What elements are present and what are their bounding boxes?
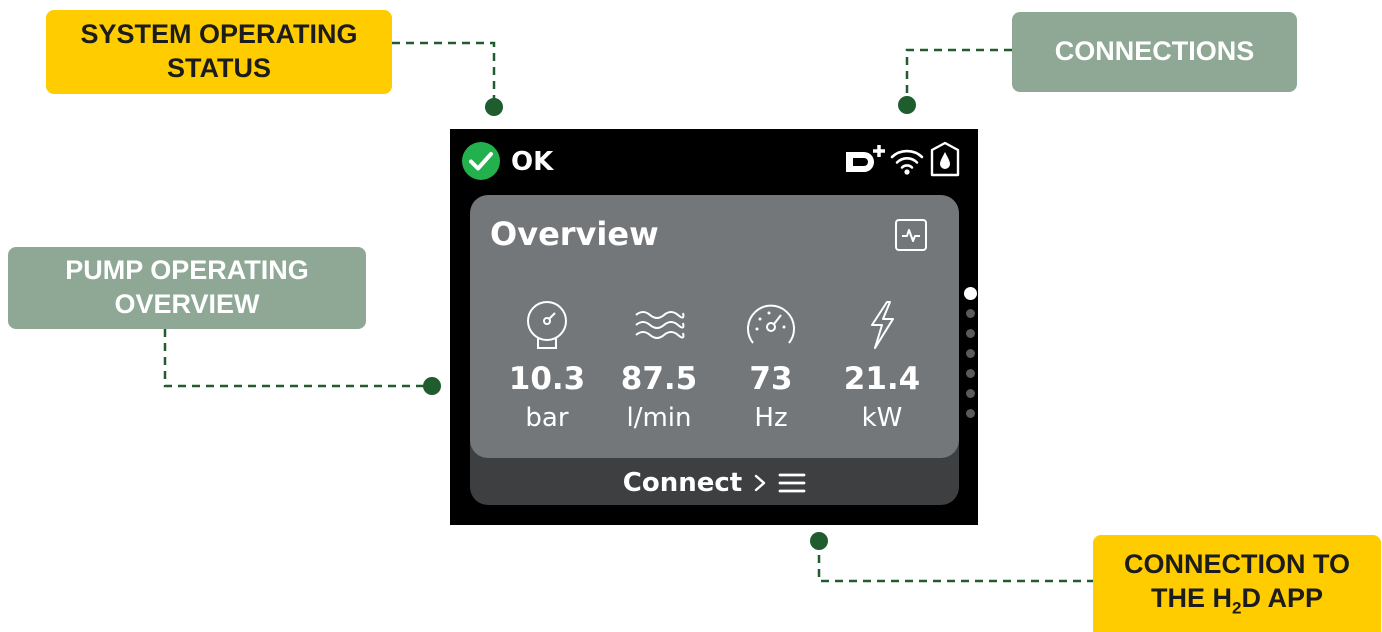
page-dot[interactable] bbox=[965, 309, 975, 318]
page-dot[interactable] bbox=[965, 389, 975, 398]
lightning-icon bbox=[871, 301, 894, 349]
page-dot[interactable] bbox=[965, 329, 975, 338]
metric-power-value: 21.4 bbox=[843, 361, 921, 397]
callout-system-status-line2: STATUS bbox=[167, 53, 271, 83]
metric-power-unit: kW bbox=[861, 403, 903, 433]
callout-pump-overview-line2: OVERVIEW bbox=[114, 289, 260, 319]
callout-system-status-line1: SYSTEM OPERATING bbox=[80, 19, 358, 50]
activity-chart-button[interactable] bbox=[895, 219, 927, 251]
leader-line-connections bbox=[905, 48, 1012, 104]
metric-power: 21.4 kW bbox=[827, 299, 937, 433]
metric-flow-value: 87.5 bbox=[620, 361, 698, 397]
leader-dot-h2d-app bbox=[810, 532, 828, 550]
callout-connections: CONNECTIONS bbox=[1012, 12, 1297, 92]
callout-h2d-line2: THE H2D APP bbox=[1124, 582, 1350, 619]
metric-frequency-unit: Hz bbox=[754, 403, 788, 433]
callout-connections-label: CONNECTIONS bbox=[1054, 36, 1255, 67]
metric-flow: 87.5 l/min bbox=[604, 299, 714, 433]
system-status-text: OK bbox=[511, 147, 554, 177]
metric-frequency-value: 73 bbox=[749, 361, 793, 397]
metric-pressure-unit: bar bbox=[525, 403, 569, 433]
metric-pressure-value: 10.3 bbox=[508, 361, 586, 397]
connect-button[interactable]: Connect bbox=[470, 465, 959, 501]
callout-system-operating-status: SYSTEM OPERATING STATUS bbox=[46, 10, 392, 94]
callout-h2d-prefix: THE H bbox=[1151, 583, 1232, 614]
leader-dot-pump-overview bbox=[423, 377, 441, 395]
metric-flow-unit: l/min bbox=[626, 403, 692, 433]
menu-icon bbox=[778, 473, 806, 493]
leader-dot-system-status bbox=[485, 98, 503, 116]
status-bar: OK bbox=[450, 129, 978, 191]
page-dot[interactable] bbox=[965, 409, 975, 418]
page-dot-active[interactable] bbox=[964, 287, 977, 300]
water-drop-icon[interactable] bbox=[928, 141, 962, 179]
leader-line-system-status bbox=[392, 41, 496, 106]
callout-pump-overview-line1: PUMP OPERATING bbox=[65, 255, 309, 286]
page-dot[interactable] bbox=[965, 369, 975, 378]
metric-pressure: 10.3 bar bbox=[492, 299, 602, 433]
dab-dconnect-plus-icon[interactable] bbox=[844, 143, 888, 177]
speedometer-icon bbox=[747, 304, 795, 344]
callout-pump-operating-overview: PUMP OPERATING OVERVIEW bbox=[8, 247, 366, 329]
pressure-gauge-icon bbox=[527, 301, 567, 349]
leader-dot-connections bbox=[898, 96, 916, 114]
overview-title: Overview bbox=[490, 215, 659, 253]
metric-frequency: 73 Hz bbox=[716, 299, 826, 433]
leader-line-h2d-app bbox=[817, 541, 1094, 583]
callout-connection-to-h2d-app: CONNECTION TO THE H2D APP bbox=[1093, 535, 1381, 632]
page-indicator[interactable] bbox=[964, 287, 977, 429]
connect-label: Connect bbox=[622, 468, 743, 498]
overview-card[interactable]: Overview 10.3 bar 87.5 l/min 73 Hz 21.4 … bbox=[470, 195, 959, 505]
page-dot[interactable] bbox=[965, 349, 975, 358]
callout-h2d-line1: CONNECTION TO bbox=[1123, 549, 1350, 580]
leader-line-pump-overview bbox=[163, 329, 432, 388]
chevron-right-icon bbox=[755, 474, 766, 492]
overview-panel[interactable]: Overview 10.3 bar 87.5 l/min 73 Hz 21.4 … bbox=[470, 195, 959, 458]
callout-h2d-suffix: D APP bbox=[1241, 583, 1323, 614]
check-circle-icon bbox=[462, 142, 500, 180]
pump-display: OK Overview 10.3 bar 87.5 l/min 73 Hz 21… bbox=[450, 129, 978, 525]
activity-chart-icon bbox=[902, 229, 920, 242]
wifi-icon[interactable] bbox=[890, 147, 924, 175]
flow-waves-icon bbox=[635, 311, 685, 339]
